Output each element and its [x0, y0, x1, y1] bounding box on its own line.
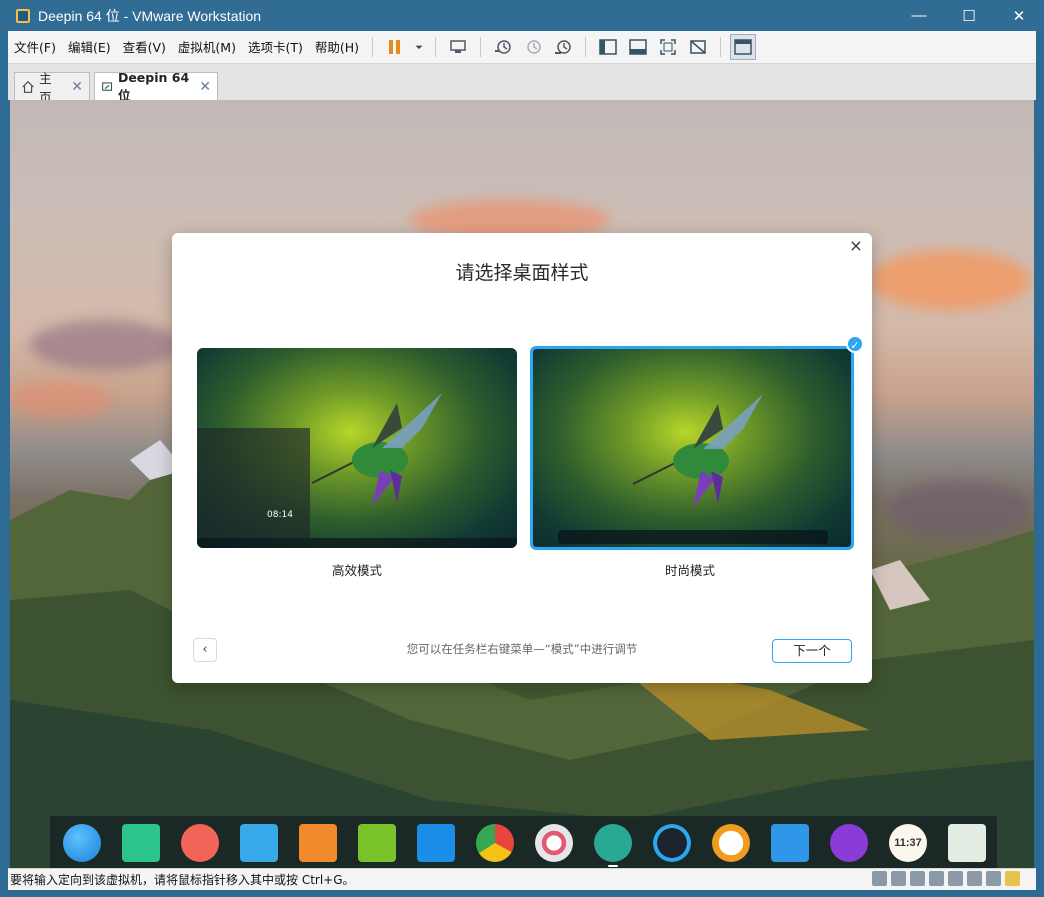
fashion-mode-preview — [533, 349, 851, 547]
fullscreen-icon[interactable] — [655, 34, 681, 60]
status-bar: 要将输入定向到该虚拟机，请将鼠标指针移入其中或按 Ctrl+G。 — [8, 868, 1036, 890]
fashion-mode-option[interactable] — [530, 346, 854, 550]
cloud — [870, 250, 1030, 310]
preview-dock — [558, 530, 828, 544]
next-button[interactable]: 下一个 — [772, 639, 852, 663]
show-library-icon[interactable] — [595, 34, 621, 60]
toolbar-separator — [720, 37, 722, 57]
snapshot-icon[interactable] — [490, 34, 516, 60]
hummingbird-illustration — [311, 393, 442, 506]
dialog-close-icon[interactable]: × — [848, 238, 864, 254]
vm-display[interactable]: × 请选择桌面样式 08:14 ✓ 高效模式 时尚模式 ‹ 您可以在任务栏右键菜… — [10, 100, 1034, 868]
toolbar-separator — [435, 37, 437, 57]
active-app-indicator — [608, 865, 618, 867]
menu-bar: 文件(F) 编辑(E) 查看(V) 虚拟机(M) 选项卡(T) 帮助(H) — [8, 31, 1036, 64]
fashion-mode-label: 时尚模式 — [664, 563, 715, 578]
efficient-mode-preview: 08:14 — [197, 348, 517, 548]
menu-vm[interactable]: 虚拟机(M) — [172, 31, 242, 64]
efficient-mode-option[interactable]: 08:14 — [197, 348, 517, 548]
app-store-icon[interactable] — [299, 824, 337, 862]
send-ctrl-alt-del-icon[interactable] — [445, 34, 471, 60]
status-message: 要将输入定向到该虚拟机，请将鼠标指针移入其中或按 Ctrl+G。 — [10, 873, 355, 887]
archive-icon[interactable] — [240, 824, 278, 862]
screenshot-icon[interactable] — [771, 824, 809, 862]
unity-mode-icon[interactable] — [685, 34, 711, 60]
snapshot-manager-icon[interactable] — [550, 34, 576, 60]
thumbnail-bar-icon[interactable] — [625, 34, 651, 60]
toolbar-separator — [585, 37, 587, 57]
dialog-title: 请选择桌面样式 — [455, 262, 589, 284]
launcher-icon[interactable] — [63, 824, 101, 862]
cdrom-icon[interactable] — [891, 871, 906, 886]
hdd-icon[interactable] — [872, 871, 887, 886]
network-icon[interactable] — [910, 871, 925, 886]
desktop-style-dialog: × 请选择桌面样式 08:14 ✓ 高效模式 时尚模式 ‹ 您可以在任务栏右键菜… — [172, 233, 872, 683]
keyboard-icon[interactable] — [653, 824, 691, 862]
menu-help[interactable]: 帮助(H) — [309, 31, 365, 64]
menu-tabs[interactable]: 选项卡(T) — [242, 31, 309, 64]
settings-icon[interactable] — [535, 824, 573, 862]
window-title: Deepin 64 位 - VMware Workstation — [38, 7, 262, 24]
printer-icon[interactable] — [948, 871, 963, 886]
deepin-remote-icon[interactable] — [594, 824, 632, 862]
vmware-window: Deepin 64 位 - VMware Workstation — ☐ ✕ 文… — [0, 0, 1044, 897]
home-icon — [22, 80, 34, 93]
sound-icon[interactable] — [967, 871, 982, 886]
window-controls: — ☐ ✕ — [894, 0, 1044, 31]
preview-clock: 08:14 — [267, 510, 293, 520]
tab-bar: 主页 ✕ Deepin 64 位 ✕ — [8, 64, 1036, 105]
close-button[interactable]: ✕ — [994, 0, 1044, 31]
file-manager-icon[interactable] — [122, 824, 160, 862]
revert-snapshot-icon[interactable] — [520, 34, 546, 60]
screen-recorder-icon[interactable] — [181, 824, 219, 862]
display-icon[interactable] — [986, 871, 1001, 886]
toolbar-separator — [372, 37, 374, 57]
tab-deepin-label: Deepin 64 位 — [117, 69, 190, 103]
cloud — [30, 320, 180, 370]
menu-view[interactable]: 查看(V) — [117, 31, 172, 64]
pause-dropdown-icon[interactable] — [412, 34, 426, 60]
message-icon[interactable] — [1005, 871, 1020, 886]
console-view-icon[interactable] — [730, 34, 757, 60]
power-icon[interactable] — [830, 824, 868, 862]
menu-file[interactable]: 文件(F) — [8, 31, 62, 64]
minimize-button[interactable]: — — [894, 0, 944, 31]
tab-deepin-close-icon[interactable]: ✕ — [199, 79, 211, 95]
video-icon[interactable] — [417, 824, 455, 862]
tab-deepin[interactable]: Deepin 64 位 ✕ — [94, 70, 218, 103]
menu-edit[interactable]: 编辑(E) — [62, 31, 117, 64]
preview-launcher-menu — [197, 428, 310, 538]
pause-icon[interactable] — [382, 34, 408, 60]
music-icon[interactable] — [358, 824, 396, 862]
efficient-mode-label: 高效模式 — [331, 563, 382, 578]
preview-taskbar — [197, 538, 517, 548]
tab-home[interactable]: 主页 ✕ — [14, 71, 90, 105]
chrome-icon[interactable] — [476, 824, 514, 862]
title-bar: Deepin 64 位 - VMware Workstation — ☐ ✕ — [0, 0, 1044, 31]
hummingbird-illustration — [632, 394, 763, 507]
dialog-hint: 您可以在任务栏右键菜单—“模式”中进行调节 — [406, 642, 638, 656]
maximize-button[interactable]: ☐ — [944, 0, 994, 31]
deepin-dock: 11:37 — [50, 816, 997, 868]
clock-icon[interactable]: 11:37 — [889, 824, 927, 862]
vmware-app-icon — [16, 8, 30, 23]
device-status-icons — [872, 871, 1020, 886]
toolbar-separator — [480, 37, 482, 57]
usb-icon[interactable] — [929, 871, 944, 886]
trash-icon[interactable] — [948, 824, 986, 862]
selected-check-icon: ✓ — [846, 335, 864, 353]
vm-icon — [102, 81, 113, 91]
tab-home-close-icon[interactable]: ✕ — [71, 79, 83, 95]
browser-icon[interactable] — [712, 824, 750, 862]
